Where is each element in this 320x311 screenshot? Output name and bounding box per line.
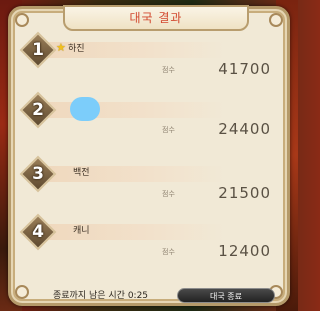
rank-number: 1: [32, 40, 44, 60]
result-row: 2 점수 24400: [19, 91, 277, 149]
score-value: 21500: [218, 184, 271, 202]
score-label: 점수: [162, 248, 175, 256]
redacted-avatar: [70, 97, 100, 121]
row-band: [39, 42, 225, 58]
row-band: [39, 102, 225, 118]
footer: 종료까지 남은 시간 0:25 대국 종료: [25, 285, 279, 305]
score-label: 점수: [162, 66, 175, 74]
score-value: 12400: [218, 242, 271, 260]
row-band: [39, 224, 225, 240]
star-icon: ★: [56, 41, 66, 54]
result-row: 3 백전 점수 21500: [19, 155, 277, 213]
end-game-button[interactable]: 대국 종료: [177, 288, 275, 303]
corner-ornament-icon: [269, 13, 283, 27]
rank-number: 3: [32, 164, 44, 184]
rank-number: 4: [32, 222, 44, 242]
panel-title: 대국 결과: [129, 11, 183, 25]
rank-number: 2: [32, 100, 44, 120]
row-band: [39, 166, 225, 182]
result-row: 1 ★ 하진 점수 41700: [19, 31, 277, 89]
player-name: 캐니: [73, 226, 90, 236]
time-remaining: 종료까지 남은 시간 0:25: [53, 291, 149, 301]
score-value: 41700: [218, 60, 271, 78]
title-tab: 대국 결과: [63, 5, 249, 31]
player-name: 백전: [73, 168, 90, 178]
score-value: 24400: [218, 120, 271, 138]
corner-ornament-icon: [15, 13, 29, 27]
result-panel: 대국 결과 1 ★ 하진 점수 41700 2 점수 24400 3 백전 점수…: [8, 5, 290, 306]
score-label: 점수: [162, 126, 175, 134]
result-row: 4 캐니 점수 12400: [19, 213, 277, 271]
player-name: 하진: [68, 44, 85, 54]
score-label: 점수: [162, 190, 175, 198]
